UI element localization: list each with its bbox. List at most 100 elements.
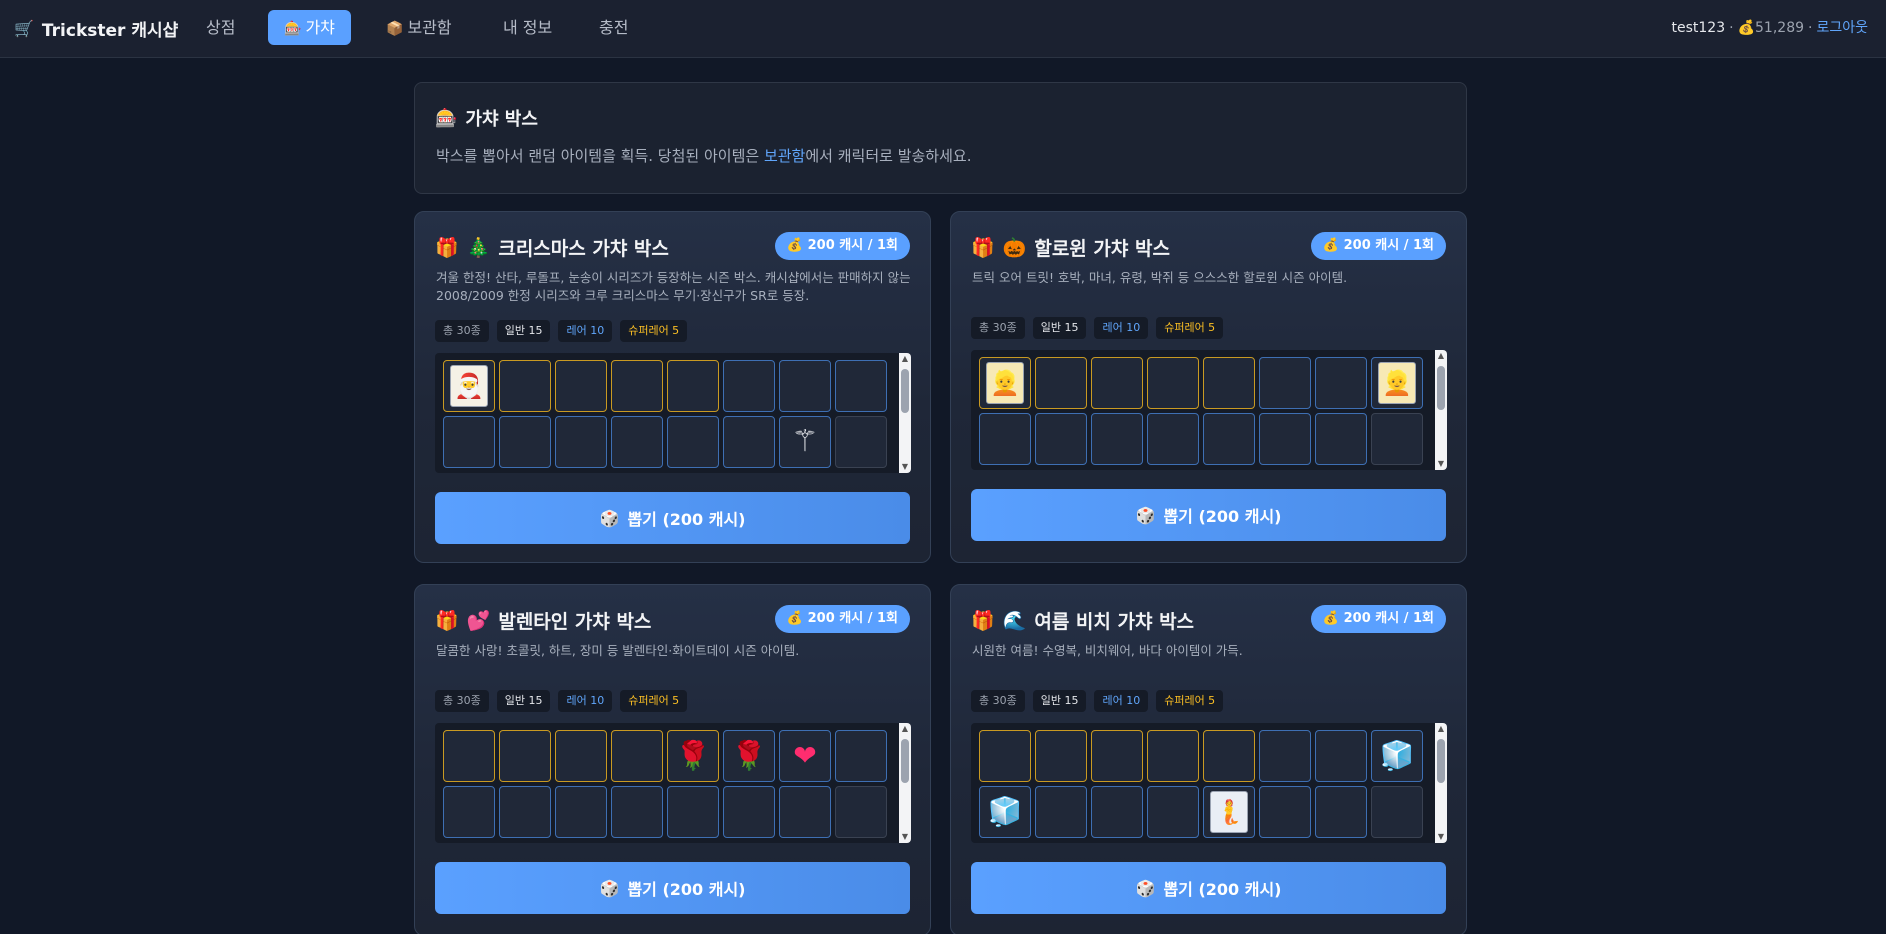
item-slot[interactable] bbox=[1035, 413, 1087, 465]
nav-item-my-info[interactable]: 내 정보 bbox=[487, 10, 568, 45]
item-slot[interactable]: 👱 bbox=[1371, 357, 1423, 409]
item-slot[interactable] bbox=[1147, 730, 1199, 782]
nav-item-charge[interactable]: 충전 bbox=[583, 10, 644, 45]
item-preview-grid[interactable]: 👱 👱 ▲ ▼ bbox=[971, 350, 1447, 470]
scroll-thumb[interactable] bbox=[1437, 366, 1445, 410]
item-slot[interactable] bbox=[443, 416, 495, 468]
item-slot[interactable] bbox=[723, 360, 775, 412]
scroll-up-icon[interactable]: ▲ bbox=[1437, 352, 1445, 360]
item-slot[interactable] bbox=[1203, 357, 1255, 409]
scroll-thumb[interactable] bbox=[901, 369, 909, 413]
draw-button[interactable]: 🎲 뽑기 (200 캐시) bbox=[971, 862, 1446, 914]
item-slot[interactable] bbox=[667, 416, 719, 468]
item-slot[interactable] bbox=[1147, 786, 1199, 838]
rose-icon: 🌹 bbox=[731, 739, 767, 772]
scroll-up-icon[interactable]: ▲ bbox=[901, 355, 909, 363]
item-slot[interactable] bbox=[555, 416, 607, 468]
item-slot[interactable] bbox=[723, 786, 775, 838]
draw-button[interactable]: 🎲 뽑기 (200 캐시) bbox=[435, 862, 910, 914]
item-slot[interactable]: 👱 bbox=[979, 357, 1031, 409]
scroll-down-icon[interactable]: ▼ bbox=[901, 463, 909, 471]
item-slot[interactable] bbox=[1315, 730, 1367, 782]
item-slot[interactable] bbox=[1371, 786, 1423, 838]
scroll-down-icon[interactable]: ▼ bbox=[1437, 833, 1445, 841]
nav-item-shop[interactable]: 상점 bbox=[190, 10, 251, 45]
item-slot[interactable] bbox=[779, 786, 831, 838]
item-slot[interactable]: 🎅 bbox=[443, 360, 495, 412]
item-slot[interactable] bbox=[835, 360, 887, 412]
item-slot[interactable] bbox=[499, 786, 551, 838]
item-slot[interactable] bbox=[443, 730, 495, 782]
grid-scrollbar[interactable]: ▲ ▼ bbox=[1435, 350, 1447, 470]
item-slot[interactable] bbox=[1091, 357, 1143, 409]
item-slot[interactable] bbox=[979, 730, 1031, 782]
item-slot[interactable] bbox=[499, 416, 551, 468]
item-slot[interactable]: ❤ bbox=[779, 730, 831, 782]
item-slot[interactable] bbox=[499, 360, 551, 412]
item-slot[interactable] bbox=[1371, 413, 1423, 465]
item-slot[interactable] bbox=[835, 786, 887, 838]
item-slot[interactable] bbox=[443, 786, 495, 838]
item-slot[interactable] bbox=[1259, 413, 1311, 465]
box-title-text: 발렌타인 가챠 박스 bbox=[498, 611, 652, 633]
item-slot[interactable] bbox=[1147, 357, 1199, 409]
draw-button[interactable]: 🎲 뽑기 (200 캐시) bbox=[971, 489, 1446, 541]
item-slot[interactable] bbox=[1035, 357, 1087, 409]
item-slot[interactable]: 🌹 bbox=[723, 730, 775, 782]
item-slot[interactable]: 🌹 bbox=[667, 730, 719, 782]
item-slot[interactable] bbox=[1259, 786, 1311, 838]
nav-item-inventory[interactable]: 📦 보관함 bbox=[370, 10, 468, 45]
item-preview-grid[interactable]: 🎅 ⚚ ▲ ▼ bbox=[435, 353, 911, 473]
grid-scrollbar[interactable]: ▲ ▼ bbox=[899, 353, 911, 473]
item-slot[interactable] bbox=[1315, 413, 1367, 465]
item-slot[interactable]: 🧊 bbox=[979, 786, 1031, 838]
item-slot[interactable] bbox=[1147, 413, 1199, 465]
item-slot[interactable] bbox=[835, 730, 887, 782]
item-slot[interactable] bbox=[779, 360, 831, 412]
item-slot[interactable] bbox=[611, 730, 663, 782]
item-slot[interactable] bbox=[1259, 730, 1311, 782]
item-slot[interactable]: 🧊 bbox=[1371, 730, 1423, 782]
item-slot[interactable] bbox=[611, 786, 663, 838]
scroll-down-icon[interactable]: ▼ bbox=[1437, 460, 1445, 468]
inventory-link[interactable]: 보관함 bbox=[764, 147, 805, 165]
item-preview-grid[interactable]: 🌹 🌹 ❤ ▲ ▼ bbox=[435, 723, 911, 843]
item-preview-grid[interactable]: 🧊 🧊 🧜 ▲ ▼ bbox=[971, 723, 1447, 843]
grid-scrollbar[interactable]: ▲ ▼ bbox=[899, 723, 911, 843]
item-slot[interactable] bbox=[1035, 730, 1087, 782]
stat-total: 총 30종 bbox=[971, 690, 1025, 712]
item-slot[interactable] bbox=[611, 416, 663, 468]
item-slot[interactable] bbox=[723, 416, 775, 468]
item-slot[interactable] bbox=[1203, 730, 1255, 782]
item-slot[interactable] bbox=[1315, 786, 1367, 838]
draw-button[interactable]: 🎲 뽑기 (200 캐시) bbox=[435, 492, 910, 544]
brand-logo[interactable]: 🛒 Trickster 캐시샵 bbox=[14, 14, 178, 42]
item-slot[interactable] bbox=[667, 786, 719, 838]
logout-link[interactable]: 로그아웃 bbox=[1816, 20, 1868, 36]
item-slot[interactable] bbox=[1035, 786, 1087, 838]
item-slot[interactable] bbox=[835, 416, 887, 468]
item-slot[interactable] bbox=[1315, 357, 1367, 409]
item-slot[interactable] bbox=[1259, 357, 1311, 409]
nav-item-gacha[interactable]: 🎰 가챠 bbox=[268, 10, 351, 45]
item-slot[interactable] bbox=[555, 786, 607, 838]
grid-scrollbar[interactable]: ▲ ▼ bbox=[1435, 723, 1447, 843]
item-slot[interactable] bbox=[1091, 730, 1143, 782]
item-slot[interactable] bbox=[1091, 786, 1143, 838]
item-slot[interactable]: 🧜 bbox=[1203, 786, 1255, 838]
scroll-thumb[interactable] bbox=[901, 739, 909, 783]
character-card-icon: 👱 bbox=[986, 362, 1024, 404]
item-slot[interactable] bbox=[499, 730, 551, 782]
item-slot[interactable]: ⚚ bbox=[779, 416, 831, 468]
scroll-up-icon[interactable]: ▲ bbox=[1437, 725, 1445, 733]
item-slot[interactable] bbox=[1203, 413, 1255, 465]
item-slot[interactable] bbox=[611, 360, 663, 412]
scroll-thumb[interactable] bbox=[1437, 739, 1445, 783]
scroll-up-icon[interactable]: ▲ bbox=[901, 725, 909, 733]
item-slot[interactable] bbox=[667, 360, 719, 412]
item-slot[interactable] bbox=[555, 360, 607, 412]
item-slot[interactable] bbox=[1091, 413, 1143, 465]
scroll-down-icon[interactable]: ▼ bbox=[901, 833, 909, 841]
item-slot[interactable] bbox=[979, 413, 1031, 465]
item-slot[interactable] bbox=[555, 730, 607, 782]
